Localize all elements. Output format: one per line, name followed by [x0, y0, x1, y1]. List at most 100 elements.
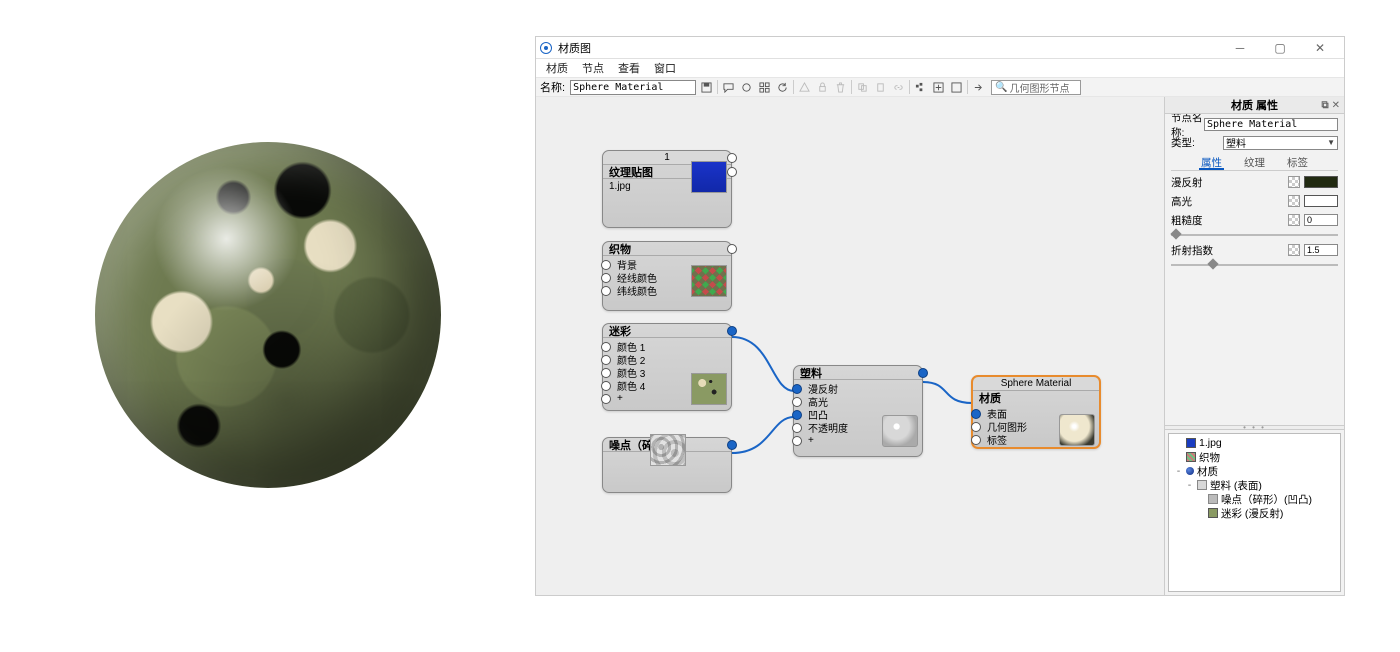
maximize-button[interactable]: ▢	[1260, 38, 1300, 58]
trash-icon[interactable]	[833, 80, 848, 95]
properties-panel: 材质 属性 ⧉✕ 节点名称: 类型: 塑料▼ 属性 纹理 标签	[1164, 97, 1344, 595]
tab-texture[interactable]: 纹理	[1242, 155, 1267, 170]
panel-resize-grip[interactable]: • • •	[1165, 425, 1344, 430]
thumb-noise	[650, 434, 686, 466]
node-camo[interactable]: 迷彩 颜色 1 颜色 2 颜色 3 颜色 4 +	[602, 323, 732, 411]
thumb-texture	[691, 161, 727, 193]
thumb-material	[1059, 414, 1095, 446]
in-port[interactable]	[792, 384, 802, 394]
diffuse-color-swatch[interactable]	[1304, 176, 1338, 188]
menu-view[interactable]: 查看	[614, 59, 644, 77]
thumb-cloth	[691, 265, 727, 297]
menu-bar: 材质 节点 查看 窗口	[536, 59, 1344, 77]
roughness-value[interactable]: 0	[1304, 214, 1338, 226]
layout-1-icon[interactable]	[913, 80, 928, 95]
copy-icon[interactable]	[855, 80, 870, 95]
close-button[interactable]: ✕	[1300, 38, 1340, 58]
node-search-input[interactable]: 🔍 几何图形节点	[991, 80, 1081, 95]
in-port[interactable]	[601, 260, 611, 270]
export-icon[interactable]	[971, 80, 986, 95]
out-port[interactable]	[727, 440, 737, 450]
circle-icon[interactable]	[739, 80, 754, 95]
node-texture[interactable]: 1 纹理贴图 1.jpg	[602, 150, 732, 228]
ior-texture-icon[interactable]	[1288, 244, 1300, 256]
node-canvas[interactable]: 1 纹理贴图 1.jpg 织物 背景 经线颜色 纬线颜色	[536, 97, 1164, 595]
menu-material[interactable]: 材质	[542, 59, 572, 77]
panel-close-icon[interactable]: ✕	[1332, 100, 1340, 111]
material-name-input[interactable]	[570, 80, 696, 95]
name-label: 名称:	[540, 79, 567, 95]
out-port[interactable]	[727, 167, 737, 177]
refresh-icon[interactable]	[775, 80, 790, 95]
node-cloth[interactable]: 织物 背景 经线颜色 纬线颜色	[602, 241, 732, 311]
zoom-fit-icon[interactable]	[931, 80, 946, 95]
in-port[interactable]	[601, 368, 611, 378]
zoom-all-icon[interactable]	[949, 80, 964, 95]
sq-camo-icon	[1208, 508, 1218, 518]
tree-row[interactable]: 迷彩 (漫反射)	[1171, 506, 1338, 520]
render-preview	[0, 0, 535, 652]
preview-sphere	[95, 142, 441, 488]
warning-icon[interactable]	[797, 80, 812, 95]
grid-icon[interactable]	[757, 80, 772, 95]
specular-color-swatch[interactable]	[1304, 195, 1338, 207]
noise-icon	[1208, 494, 1218, 504]
ior-slider[interactable]	[1171, 259, 1338, 269]
panel-header: 材质 属性 ⧉✕	[1165, 97, 1344, 114]
in-port[interactable]	[792, 410, 802, 420]
in-port[interactable]	[792, 423, 802, 433]
tree-row[interactable]: 1.jpg	[1171, 436, 1338, 450]
title-bar: 材质图 ─ ▢ ✕	[536, 37, 1344, 59]
in-port[interactable]	[601, 273, 611, 283]
in-port[interactable]	[601, 381, 611, 391]
diffuse-texture-icon[interactable]	[1288, 176, 1300, 188]
ior-value[interactable]: 1.5	[1304, 244, 1338, 256]
tree-row[interactable]: 织物	[1171, 450, 1338, 464]
minimize-button[interactable]: ─	[1220, 38, 1260, 58]
tree-row[interactable]: -材质	[1171, 464, 1338, 478]
toolbar: 名称: 🔍 几何图形节点	[536, 77, 1344, 97]
out-port[interactable]	[918, 368, 928, 378]
save-icon[interactable]	[699, 80, 714, 95]
node-plastic[interactable]: 塑料 漫反射 高光 凹凸 不透明度 +	[793, 365, 923, 457]
app-icon	[540, 42, 552, 54]
thumb-camo	[691, 373, 727, 405]
tab-properties[interactable]: 属性	[1199, 155, 1224, 170]
in-port[interactable]	[601, 394, 611, 404]
sq-blue-icon	[1186, 438, 1196, 448]
prop-type-select[interactable]: 塑料▼	[1223, 136, 1338, 150]
material-tree[interactable]: 1.jpg织物-材质-塑料 (表面)噪点（碎形）(凹凸)迷彩 (漫反射)	[1168, 433, 1341, 592]
thumb-plastic	[882, 415, 918, 447]
in-port[interactable]	[601, 342, 611, 352]
chat-icon[interactable]	[721, 80, 736, 95]
out-port[interactable]	[727, 326, 737, 336]
link-icon[interactable]	[891, 80, 906, 95]
out-port[interactable]	[727, 153, 737, 163]
tree-row[interactable]: 噪点（碎形）(凹凸)	[1171, 492, 1338, 506]
node-noise[interactable]: 噪点（碎形）	[602, 437, 732, 493]
node-material[interactable]: Sphere Material 材质 表面 几何图形 标签	[971, 375, 1101, 449]
in-port[interactable]	[792, 397, 802, 407]
paste-icon[interactable]	[873, 80, 888, 95]
in-port[interactable]	[971, 435, 981, 445]
plastic-icon	[1197, 480, 1207, 490]
prop-name-input[interactable]	[1204, 118, 1338, 131]
search-icon: 🔍	[995, 82, 1007, 93]
pin-icon[interactable]: ⧉	[1321, 100, 1328, 111]
in-port[interactable]	[971, 409, 981, 419]
specular-texture-icon[interactable]	[1288, 195, 1300, 207]
roughness-slider[interactable]	[1171, 229, 1338, 239]
sq-cloth-icon	[1186, 452, 1196, 462]
chevron-down-icon: ▼	[1327, 138, 1335, 147]
tree-row[interactable]: -塑料 (表面)	[1171, 478, 1338, 492]
out-port[interactable]	[727, 244, 737, 254]
tab-labels[interactable]: 标签	[1285, 155, 1310, 170]
in-port[interactable]	[601, 286, 611, 296]
menu-window[interactable]: 窗口	[650, 59, 680, 77]
in-port[interactable]	[971, 422, 981, 432]
menu-node[interactable]: 节点	[578, 59, 608, 77]
lock-icon[interactable]	[815, 80, 830, 95]
in-port[interactable]	[792, 436, 802, 446]
roughness-texture-icon[interactable]	[1288, 214, 1300, 226]
in-port[interactable]	[601, 355, 611, 365]
